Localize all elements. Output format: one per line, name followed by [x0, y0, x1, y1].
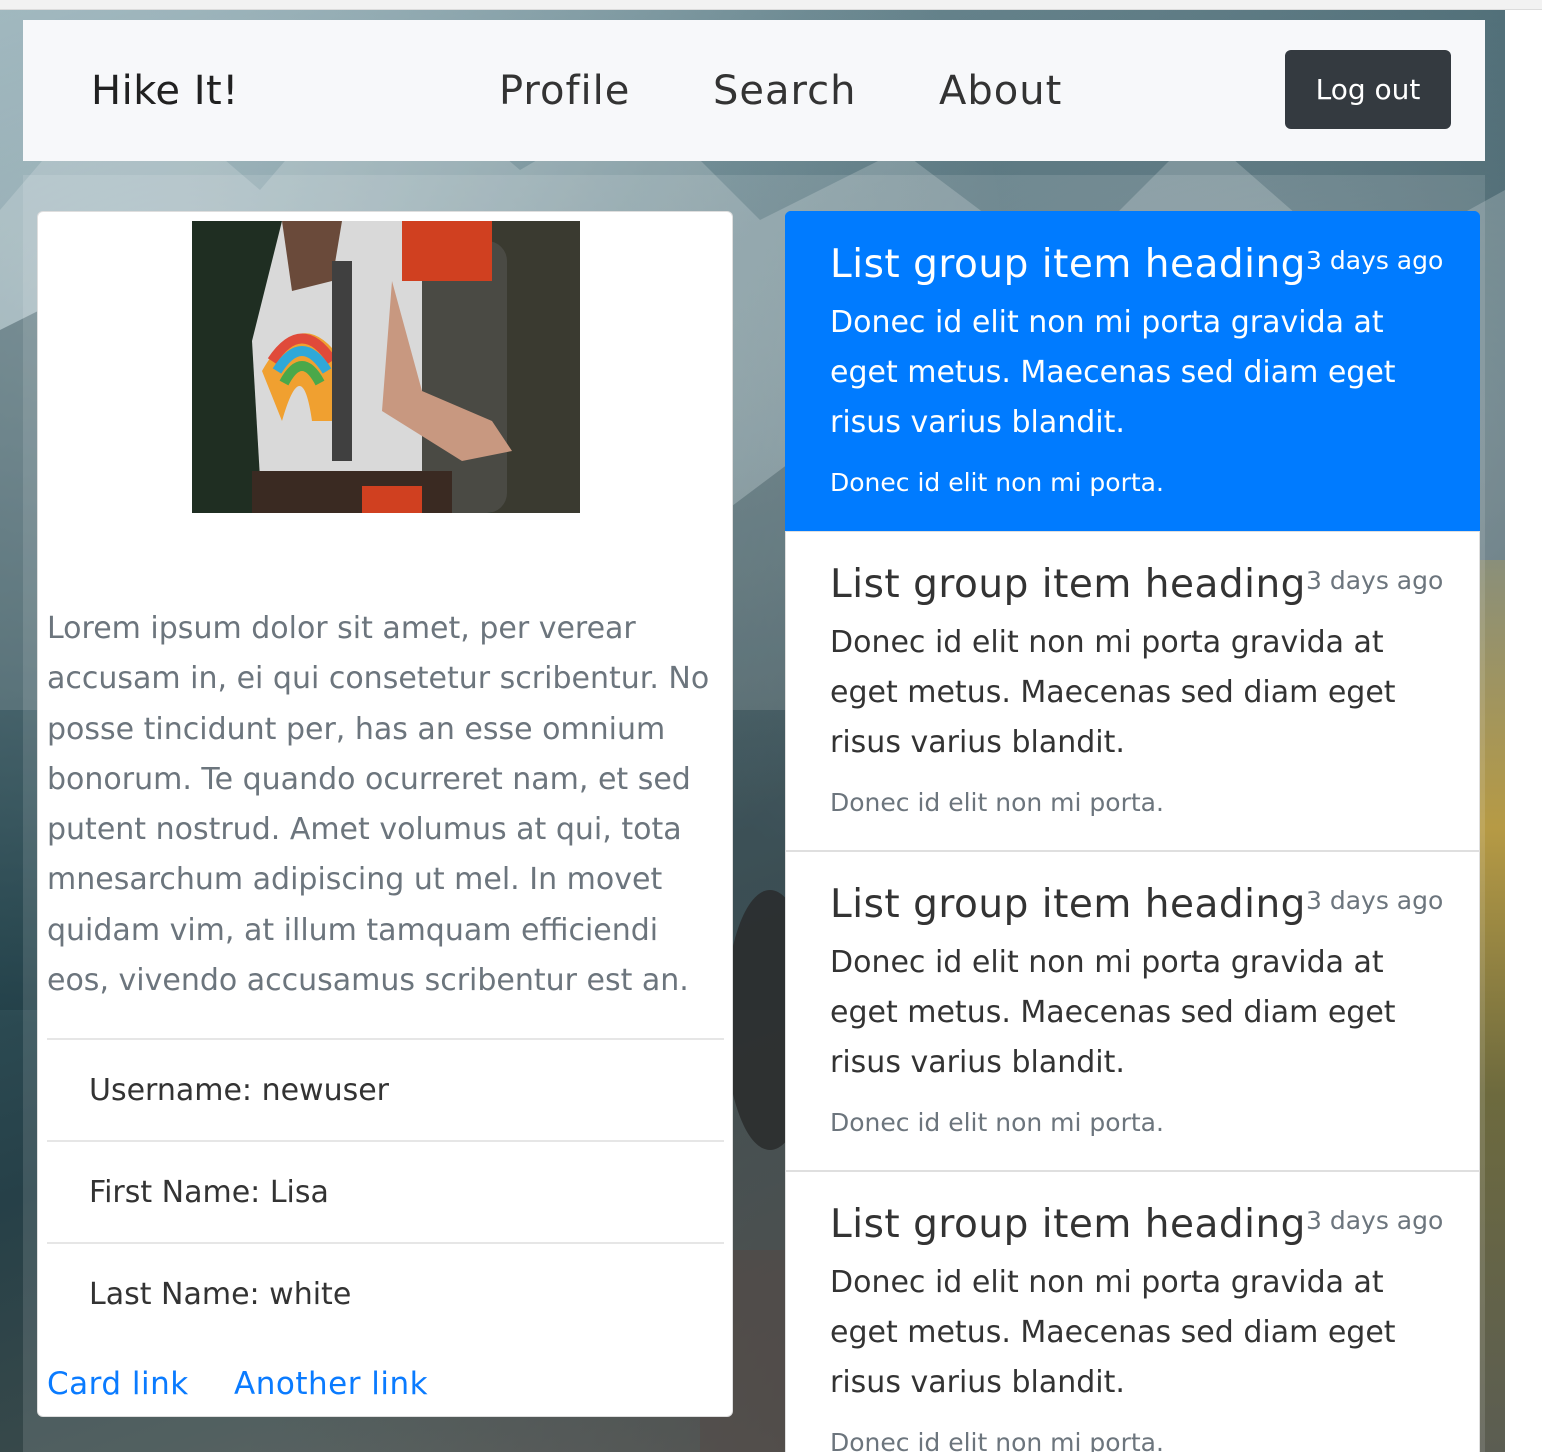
- list-item-time: 3 days ago: [1306, 886, 1444, 915]
- list-item-time: 3 days ago: [1306, 246, 1444, 275]
- nav-link-about[interactable]: About: [939, 68, 1062, 114]
- list-group-item[interactable]: List group item heading 3 days ago Donec…: [785, 531, 1480, 851]
- list-item-footer: Donec id elit non mi porta.: [830, 788, 1164, 817]
- list-group-item[interactable]: List group item heading 3 days ago Donec…: [785, 211, 1480, 531]
- list-item-footer: Donec id elit non mi porta.: [830, 468, 1164, 497]
- profile-card: Lorem ipsum dolor sit amet, per verear a…: [37, 211, 733, 1417]
- list-item-time: 3 days ago: [1306, 566, 1444, 595]
- list-group: List group item heading 3 days ago Donec…: [785, 211, 1480, 1452]
- nav-link-search[interactable]: Search: [713, 68, 856, 114]
- list-item-body: Donec id elit non mi porta gravida at eg…: [830, 1265, 1396, 1400]
- list-item-heading: List group item heading: [830, 882, 1306, 927]
- list-item-heading: List group item heading: [830, 562, 1306, 607]
- card-link[interactable]: Card link: [47, 1366, 189, 1402]
- profile-description: Lorem ipsum dolor sit amet, per verear a…: [47, 611, 710, 999]
- first-name-row: First Name: Lisa: [47, 1140, 724, 1242]
- logout-button[interactable]: Log out: [1285, 50, 1451, 129]
- browser-top-edge: [0, 0, 1542, 10]
- list-item-heading: List group item heading: [830, 242, 1306, 287]
- list-item-body: Donec id elit non mi porta gravida at eg…: [830, 625, 1396, 760]
- nav-link-profile[interactable]: Profile: [499, 68, 630, 114]
- brand-logo[interactable]: Hike It!: [91, 68, 239, 114]
- list-item-footer: Donec id elit non mi porta.: [830, 1428, 1164, 1452]
- navbar: Hike It! Profile Search About Log out: [23, 20, 1485, 161]
- list-group-item[interactable]: List group item heading 3 days ago Donec…: [785, 851, 1480, 1171]
- username-row: Username: newuser: [47, 1038, 724, 1140]
- another-link[interactable]: Another link: [234, 1366, 428, 1402]
- list-item-time: 3 days ago: [1306, 1206, 1444, 1235]
- list-item-body: Donec id elit non mi porta gravida at eg…: [830, 945, 1396, 1080]
- list-group-item[interactable]: List group item heading 3 days ago Donec…: [785, 1171, 1480, 1452]
- last-name-row: Last Name: white: [47, 1242, 724, 1344]
- list-item-body: Donec id elit non mi porta gravida at eg…: [830, 305, 1396, 440]
- list-item-heading: List group item heading: [830, 1202, 1306, 1247]
- list-item-footer: Donec id elit non mi porta.: [830, 1108, 1164, 1137]
- hiker-image: [192, 221, 580, 513]
- profile-photo: [192, 221, 580, 513]
